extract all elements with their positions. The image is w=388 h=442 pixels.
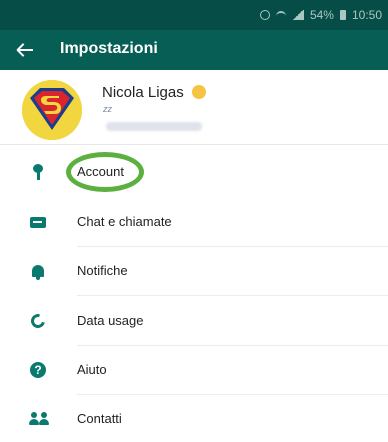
status-bar: 54% 10:50 xyxy=(0,0,388,30)
battery-percent: 54% xyxy=(309,8,334,22)
profile-status-blurred xyxy=(106,122,202,131)
battery-icon xyxy=(339,10,346,20)
contacts-icon xyxy=(28,410,49,428)
profile-name: Nicola Ligas xyxy=(102,84,184,101)
key-icon xyxy=(28,163,48,181)
menu-item-account[interactable]: Account xyxy=(0,148,388,197)
signal-icon xyxy=(291,10,304,20)
menu-item-aiuto[interactable]: ? Aiuto xyxy=(0,346,388,395)
sleepy-emoji-icon xyxy=(191,85,206,99)
divider xyxy=(0,144,388,145)
menu-item-chat-e-chiamate[interactable]: Chat e chiamate xyxy=(0,198,388,247)
profile-header[interactable]: Nicola Ligas zz xyxy=(0,70,388,144)
menu-item-label: Data usage xyxy=(77,313,144,328)
data-usage-icon xyxy=(28,311,48,331)
menu-item-label: Aiuto xyxy=(77,362,107,377)
menu-item-label: Chat e chiamate xyxy=(77,214,172,229)
menu-item-label: Contatti xyxy=(77,411,122,426)
menu-item-label: Account xyxy=(77,164,124,179)
alarm-icon xyxy=(259,10,270,20)
bell-icon xyxy=(28,262,48,280)
profile-name-row: Nicola Ligas xyxy=(102,84,206,101)
menu-item-label: Notifiche xyxy=(77,263,128,278)
wifi-icon xyxy=(275,11,286,19)
chat-icon xyxy=(28,213,48,231)
menu-item-data-usage[interactable]: Data usage xyxy=(0,297,388,346)
page-title: Impostazioni xyxy=(60,40,158,57)
superman-logo-icon xyxy=(22,80,82,140)
app-bar: Impostazioni xyxy=(0,30,388,70)
avatar[interactable] xyxy=(22,80,82,140)
help-icon: ? xyxy=(28,361,48,379)
menu-item-notifiche[interactable]: Notifiche xyxy=(0,247,388,296)
divider xyxy=(77,295,388,296)
back-arrow-icon[interactable] xyxy=(14,40,36,60)
clock: 10:50 xyxy=(351,8,382,22)
status-icons: 54% 10:50 xyxy=(259,8,382,22)
profile-status-glyph: zz xyxy=(103,104,112,114)
menu-item-contatti[interactable]: Contatti xyxy=(0,395,388,442)
